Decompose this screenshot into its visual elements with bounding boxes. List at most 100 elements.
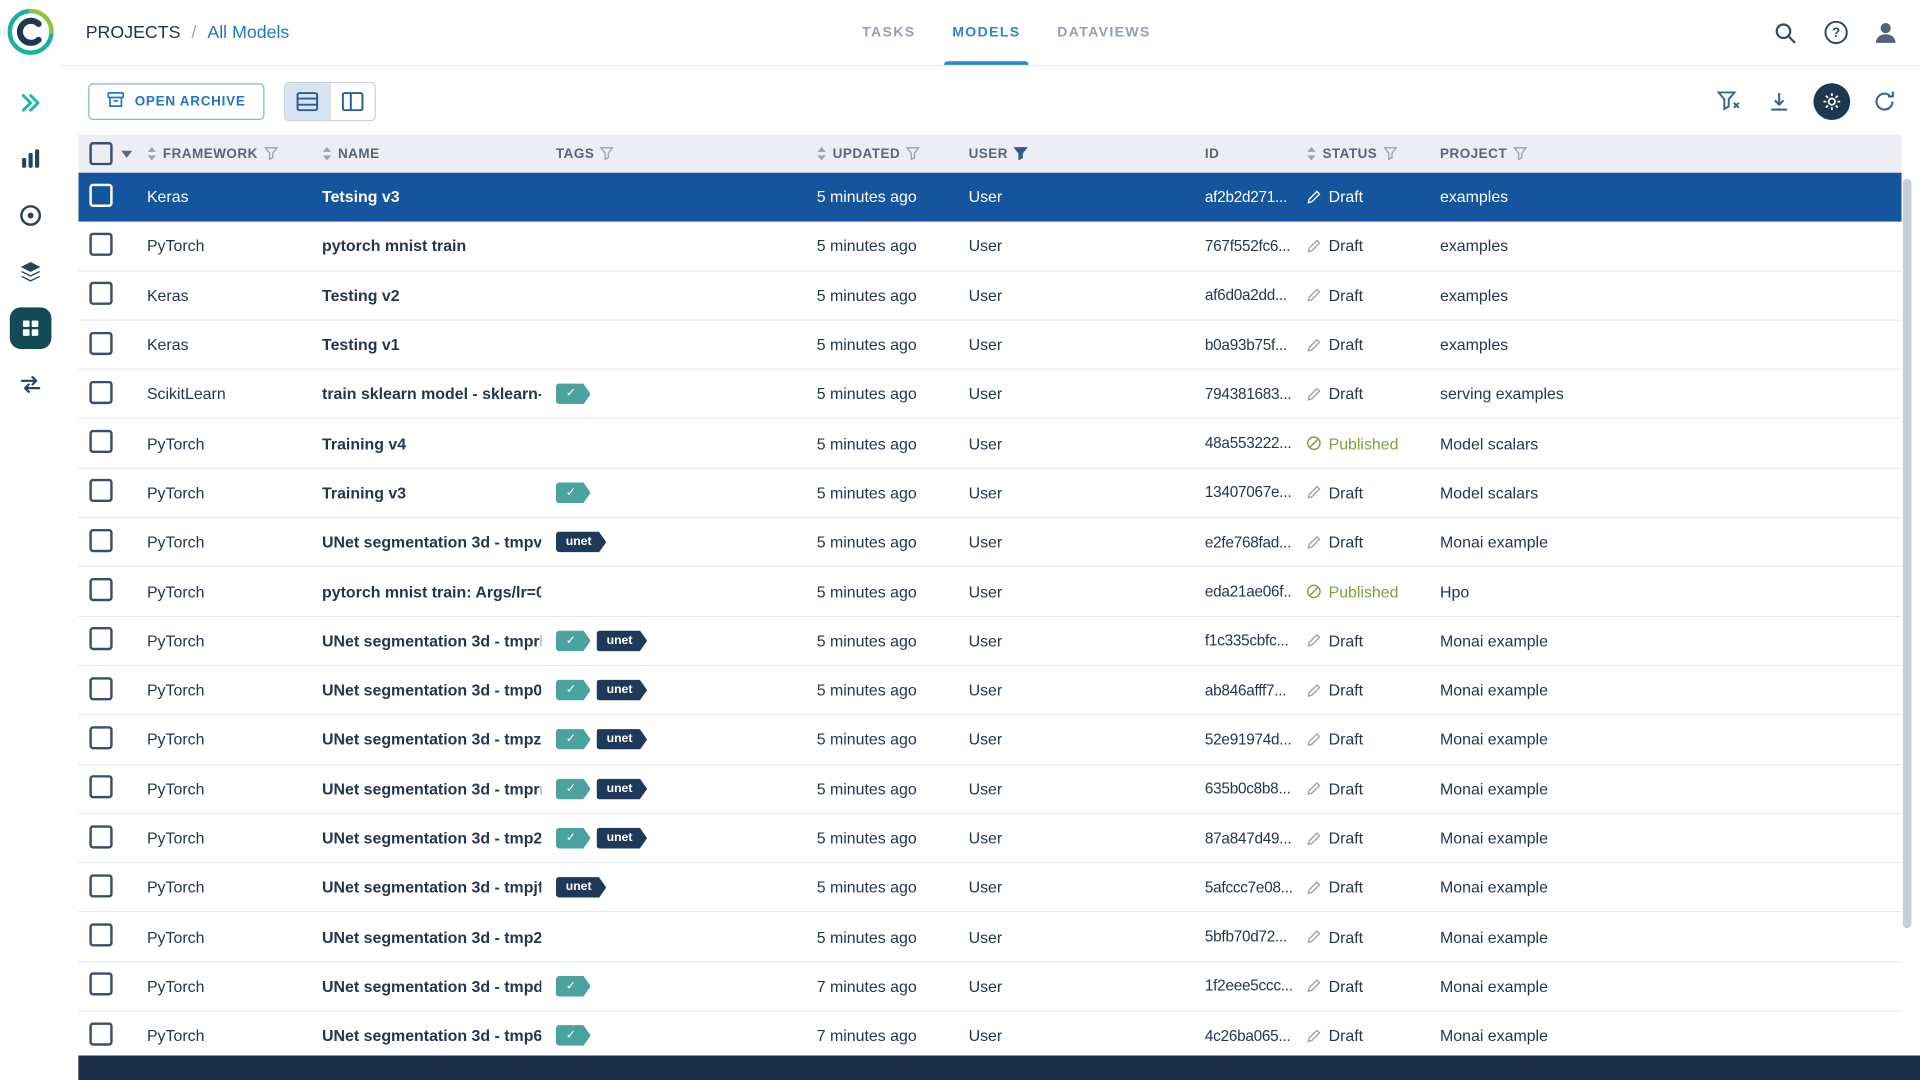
row-checkbox[interactable] — [89, 233, 112, 256]
clearml-logo-icon[interactable] — [6, 7, 55, 56]
row-checkbox[interactable] — [89, 381, 112, 404]
row-checkbox[interactable] — [89, 923, 112, 946]
sort-icon[interactable] — [1307, 147, 1317, 160]
cell-project[interactable]: Monai example — [1425, 928, 1901, 946]
header-select-cell[interactable] — [78, 142, 132, 165]
cell-name[interactable]: UNet segmentation 3d - tmprb9d... — [307, 632, 541, 650]
tag-chip-unet[interactable]: unet — [556, 877, 606, 898]
table-row[interactable]: PyTorchTraining v3✓5 minutes agoUser1340… — [78, 469, 1901, 518]
row-checkbox[interactable] — [89, 578, 112, 601]
cell-project[interactable]: Monai example — [1425, 780, 1901, 798]
auto-refresh-icon[interactable] — [1869, 85, 1901, 117]
row-select-cell[interactable] — [78, 627, 132, 654]
cell-project[interactable]: Hpo — [1425, 582, 1901, 600]
sidebar-item-models[interactable] — [10, 307, 52, 349]
table-row[interactable]: PyTorchUNet segmentation 3d - tmprb9d...… — [78, 617, 1901, 666]
table-row[interactable]: PyTorchUNet segmentation 3d - tmp6fq0...… — [78, 1011, 1901, 1055]
tag-chip-unet[interactable]: unet — [597, 729, 647, 750]
row-select-cell[interactable] — [78, 430, 132, 457]
filter-icon[interactable] — [906, 147, 919, 160]
sort-icon[interactable] — [147, 147, 157, 160]
cell-name[interactable]: Testing v1 — [307, 336, 541, 354]
tag-chip-check[interactable]: ✓ — [556, 1025, 591, 1046]
filter-icon[interactable] — [264, 147, 277, 160]
table-view-button[interactable] — [285, 83, 329, 120]
row-checkbox[interactable] — [89, 973, 112, 996]
sidebar-item-queues[interactable] — [10, 364, 52, 406]
cell-project[interactable]: Monai example — [1425, 681, 1901, 699]
row-checkbox[interactable] — [89, 627, 112, 650]
cell-name[interactable]: pytorch mnist train — [307, 237, 541, 255]
row-checkbox[interactable] — [89, 726, 112, 749]
cell-project[interactable]: Monai example — [1425, 632, 1901, 650]
split-view-button[interactable] — [329, 83, 374, 120]
row-select-cell[interactable] — [78, 825, 132, 852]
tag-chip-unet[interactable]: unet — [597, 680, 647, 701]
sort-icon[interactable] — [817, 147, 827, 160]
select-all-checkbox[interactable] — [89, 142, 112, 165]
tag-chip-check[interactable]: ✓ — [556, 482, 591, 503]
row-select-cell[interactable] — [78, 331, 132, 358]
download-icon[interactable] — [1763, 85, 1795, 117]
row-checkbox[interactable] — [89, 1022, 112, 1045]
cell-name[interactable]: UNet segmentation 3d - tmpzh0... — [307, 730, 541, 748]
tag-chip-check[interactable]: ✓ — [556, 630, 591, 651]
row-checkbox[interactable] — [89, 430, 112, 453]
column-header-framework[interactable]: FRAMEWORK — [132, 146, 307, 161]
cell-project[interactable]: Monai example — [1425, 977, 1901, 995]
user-avatar-icon[interactable] — [1871, 18, 1900, 47]
cell-name[interactable]: UNet segmentation 3d - tmp6fq0... — [307, 1026, 541, 1044]
tag-chip-unet[interactable]: unet — [597, 778, 647, 799]
row-select-cell[interactable] — [78, 381, 132, 408]
cell-project[interactable]: serving examples — [1425, 385, 1901, 403]
cell-name[interactable]: UNet segmentation 3d - tmpjfjpv... — [307, 878, 541, 896]
breadcrumb-projects[interactable]: PROJECTS — [86, 23, 181, 43]
row-checkbox[interactable] — [89, 529, 112, 552]
row-checkbox[interactable] — [89, 677, 112, 700]
cell-name[interactable]: UNet segmentation 3d - tmpdm4... — [307, 977, 541, 995]
table-row[interactable]: PyTorchUNet segmentation 3d - tmp0tu...✓… — [78, 666, 1901, 715]
tag-chip-check[interactable]: ✓ — [556, 729, 591, 750]
tag-chip-check[interactable]: ✓ — [556, 384, 591, 405]
row-select-cell[interactable] — [78, 726, 132, 753]
tag-chip-unet[interactable]: unet — [556, 532, 606, 553]
cell-name[interactable]: Tetsing v3 — [307, 188, 541, 206]
row-select-cell[interactable] — [78, 775, 132, 802]
cell-project[interactable]: examples — [1425, 188, 1901, 206]
cell-name[interactable]: UNet segmentation 3d - tmp29rf... — [307, 829, 541, 847]
row-checkbox[interactable] — [89, 874, 112, 897]
row-select-cell[interactable] — [78, 578, 132, 605]
filter-icon[interactable] — [1383, 147, 1396, 160]
column-header-project[interactable]: PROJECT — [1425, 146, 1901, 161]
table-row[interactable]: ScikitLearntrain sklearn model - sklearn… — [78, 370, 1901, 419]
column-header-user[interactable]: USER — [954, 146, 1190, 161]
table-row[interactable]: PyTorchUNet segmentation 3d - tmpzh0...✓… — [78, 715, 1901, 764]
column-header-id[interactable]: ID — [1190, 146, 1292, 161]
cell-project[interactable]: Monai example — [1425, 1026, 1901, 1044]
cell-name[interactable]: UNet segmentation 3d - tmpvjhyl... — [307, 533, 541, 551]
row-select-cell[interactable] — [78, 233, 132, 260]
table-row[interactable]: PyTorchUNet segmentation 3d - tmpdm4...✓… — [78, 962, 1901, 1011]
row-checkbox[interactable] — [89, 331, 112, 354]
filter-icon[interactable] — [1513, 147, 1526, 160]
row-checkbox[interactable] — [89, 183, 112, 206]
vertical-scrollbar[interactable] — [1903, 179, 1912, 928]
cell-name[interactable]: UNet segmentation 3d - tmp0tu... — [307, 681, 541, 699]
sort-icon[interactable] — [322, 147, 332, 160]
table-row[interactable]: PyTorchUNet segmentation 3d - tmp29rf...… — [78, 814, 1901, 863]
row-checkbox[interactable] — [89, 479, 112, 502]
cell-name[interactable]: pytorch mnist train: Args/lr=0.01 — [307, 582, 541, 600]
row-select-cell[interactable] — [78, 677, 132, 704]
row-checkbox[interactable] — [89, 825, 112, 848]
cell-project[interactable]: Model scalars — [1425, 484, 1901, 502]
column-header-name[interactable]: NAME — [307, 146, 541, 161]
table-row[interactable]: PyTorchTraining v45 minutes agoUser48a55… — [78, 419, 1901, 468]
expand-sidebar-icon[interactable] — [10, 82, 52, 124]
row-checkbox[interactable] — [89, 775, 112, 798]
row-select-cell[interactable] — [78, 1022, 132, 1049]
row-select-cell[interactable] — [78, 973, 132, 1000]
table-row[interactable]: PyTorchUNet segmentation 3d - tmprrae...… — [78, 765, 1901, 814]
row-select-cell[interactable] — [78, 923, 132, 950]
tab-tasks[interactable]: TASKS — [862, 0, 915, 65]
open-archive-button[interactable]: OPEN ARCHIVE — [88, 83, 264, 120]
